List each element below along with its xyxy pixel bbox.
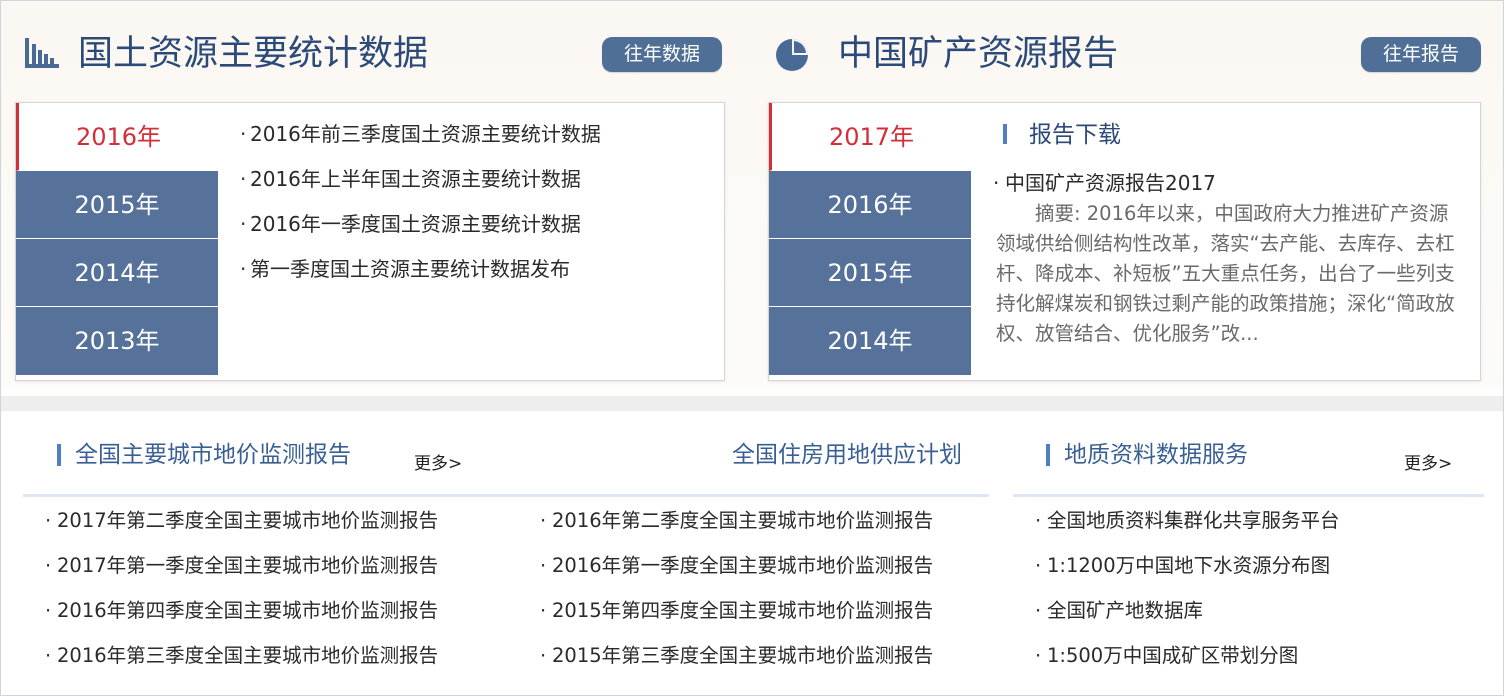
divider [23, 494, 989, 497]
bar-chart-icon [25, 38, 59, 72]
year-tab-2013[interactable]: 2013年 [16, 307, 218, 375]
land-price-more-link[interactable]: 更多> [414, 449, 462, 474]
year-tab-2016[interactable]: 2016年 [16, 103, 218, 171]
report-year-tabs: 2017年 2016年 2015年 2014年 [769, 103, 971, 375]
stats-list: · 2016年前三季度国土资源主要统计数据 · 2016年上半年国土资源主要统计数据… [240, 119, 601, 299]
geo-data-list: · 全国地质资料集群化共享服务平台 · 1:1200万中国地下水资源分布图 · 全国矿… [1035, 506, 1340, 686]
report-panel: 2017年 2016年 2015年 2014年 报告下载 · 中国矿产资源报告20… [768, 102, 1481, 381]
year-tab-2015[interactable]: 2015年 [769, 239, 971, 307]
divider [1013, 494, 1484, 497]
pie-chart-icon [775, 38, 809, 76]
list-item[interactable]: · 2015年第三季度全国主要城市地价监测报告 [540, 641, 933, 686]
land-price-list-col1: · 2017年第二季度全国主要城市地价监测报告 · 2017年第一季度全国主要城市地… [45, 506, 438, 686]
report-download-heading: 报告下载 [1003, 120, 1121, 150]
list-item[interactable]: · 2017年第一季度全国主要城市地价监测报告 [45, 551, 438, 596]
report-download-link[interactable]: · 中国矿产资源报告2017 [993, 167, 1216, 196]
list-item[interactable]: · 2016年前三季度国土资源主要统计数据 [240, 119, 601, 164]
year-tab-2017[interactable]: 2017年 [769, 103, 971, 171]
mineral-report-section-title: 中国矿产资源报告 [838, 34, 1119, 74]
past-data-button[interactable]: 往年数据 [602, 37, 722, 72]
list-item[interactable]: · 2016年第四季度全国主要城市地价监测报告 [45, 596, 438, 641]
list-item[interactable]: · 2016年第三季度全国主要城市地价监测报告 [45, 641, 438, 686]
geo-data-more-link[interactable]: 更多> [1404, 449, 1452, 474]
heading-accent-bar [1003, 124, 1007, 144]
stats-panel: 2016年 2015年 2014年 2013年 · 2016年前三季度国土资源主要… [15, 102, 725, 381]
heading-accent-bar [1046, 444, 1050, 466]
list-item[interactable]: · 2016年第二季度全国主要城市地价监测报告 [540, 506, 933, 551]
stats-section-title: 国土资源主要统计数据 [78, 34, 429, 74]
heading-accent-bar [57, 444, 61, 466]
list-item[interactable]: · 2016年上半年国土资源主要统计数据 [240, 164, 601, 209]
report-abstract: 摘要: 2016年以来，中国政府大力推进矿产资源领域供给侧结构性改革，落实“去产… [996, 202, 1455, 345]
geo-data-service-heading: 地质资料数据服务 [1046, 440, 1248, 470]
list-item[interactable]: · 第一季度国土资源主要统计数据发布 [240, 254, 601, 299]
list-item[interactable]: · 全国地质资料集群化共享服务平台 [1035, 506, 1340, 551]
land-price-list-col2: · 2016年第二季度全国主要城市地价监测报告 · 2016年第一季度全国主要城市地… [540, 506, 933, 686]
year-tab-2014[interactable]: 2014年 [769, 307, 971, 375]
land-price-report-heading: 全国主要城市地价监测报告 [57, 440, 351, 470]
year-tab-2015[interactable]: 2015年 [16, 171, 218, 239]
stats-year-tabs: 2016年 2015年 2014年 2013年 [16, 103, 218, 375]
list-item[interactable]: · 2017年第二季度全国主要城市地价监测报告 [45, 506, 438, 551]
section-separator [1, 396, 1503, 411]
year-tab-2016[interactable]: 2016年 [769, 171, 971, 239]
list-item[interactable]: · 2016年一季度国土资源主要统计数据 [240, 209, 601, 254]
list-item[interactable]: · 1:1200万中国地下水资源分布图 [1035, 551, 1340, 596]
list-item[interactable]: · 2016年第一季度全国主要城市地价监测报告 [540, 551, 933, 596]
past-reports-button[interactable]: 往年报告 [1361, 37, 1481, 72]
list-item[interactable]: · 1:500万中国成矿区带划分图 [1035, 641, 1340, 686]
year-tab-2014[interactable]: 2014年 [16, 239, 218, 307]
housing-land-plan-link[interactable]: 全国住房用地供应计划 [732, 440, 962, 470]
list-item[interactable]: · 全国矿产地数据库 [1035, 596, 1340, 641]
list-item[interactable]: · 2015年第四季度全国主要城市地价监测报告 [540, 596, 933, 641]
